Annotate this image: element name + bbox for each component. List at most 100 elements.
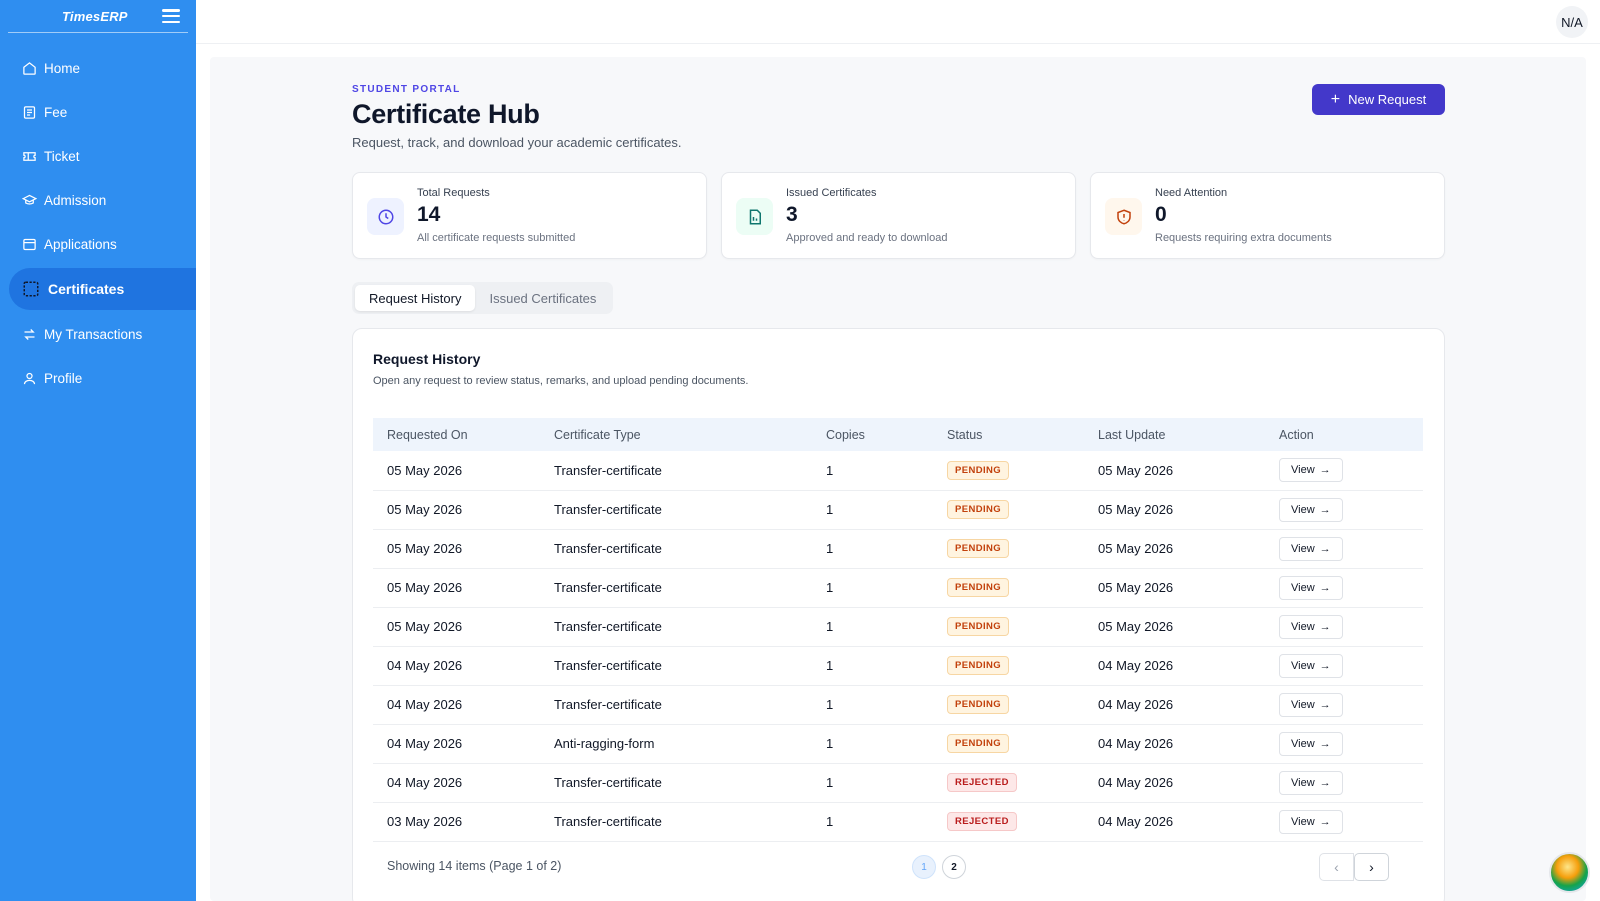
certificate-type-cell: Transfer-certificate — [554, 619, 662, 634]
status-badge: PENDING — [947, 656, 1010, 675]
arrow-right-icon: → — [1319, 464, 1331, 477]
table-row: 05 May 2026 Transfer-certificate 1 PENDI… — [373, 451, 1423, 490]
page-eyebrow: STUDENT PORTAL — [352, 84, 461, 95]
assistant-avatar-icon[interactable] — [1549, 852, 1590, 893]
brand-bar: TimesERP — [8, 0, 188, 33]
table-header-row: Requested On Certificate Type Copies Sta… — [373, 418, 1423, 451]
sidebar-item-ticket[interactable]: Ticket — [0, 134, 196, 178]
page-2-button[interactable]: 2 — [942, 855, 966, 879]
requested-on-cell: 05 May 2026 — [387, 619, 463, 634]
action-cell: View → — [1279, 529, 1423, 568]
copies-cell: 1 — [826, 697, 834, 712]
page-1-button[interactable]: 1 — [912, 855, 936, 879]
arrow-right-icon: → — [1319, 581, 1331, 594]
status-cell: PENDING — [947, 568, 1098, 607]
sidebar-item-label: My Transactions — [44, 326, 143, 342]
sidebar-item-label: Certificates — [48, 281, 125, 297]
status-cell: PENDING — [947, 490, 1098, 529]
stat-label: Issued Certificates — [786, 187, 877, 199]
tab-issued-certificates[interactable]: Issued Certificates — [475, 285, 610, 311]
sidebar-nav: Home Fee Ticket Admission Applications C… — [0, 46, 196, 400]
view-button[interactable]: View → — [1279, 653, 1343, 678]
tab-request-history[interactable]: Request History — [355, 285, 476, 311]
topbar: N/A — [196, 0, 1600, 44]
new-request-button[interactable]: + New Request — [1312, 84, 1445, 115]
brand-logo[interactable]: TimesERP — [62, 9, 128, 24]
sidebar-item-fee[interactable]: Fee — [0, 90, 196, 134]
last-update-cell: 04 May 2026 — [1098, 697, 1174, 712]
copies-cell: 1 — [826, 775, 834, 790]
table-row: 05 May 2026 Transfer-certificate 1 PENDI… — [373, 490, 1423, 529]
requested-on-cell: 04 May 2026 — [387, 736, 463, 751]
sidebar-item-label: Admission — [44, 192, 107, 208]
view-button[interactable]: View → — [1279, 497, 1343, 522]
stat-label: Total Requests — [417, 187, 490, 199]
main-content: STUDENT PORTAL Certificate Hub Request, … — [210, 57, 1586, 901]
view-button[interactable]: View → — [1279, 458, 1343, 483]
sidebar-item-profile[interactable]: Profile — [0, 356, 196, 400]
sidebar-item-label: Applications — [44, 236, 117, 252]
document-icon — [736, 198, 773, 235]
avatar[interactable]: N/A — [1556, 6, 1588, 38]
stat-description: Approved and ready to download — [786, 232, 948, 244]
fee-icon — [21, 104, 37, 120]
prev-page-button[interactable]: ‹ — [1319, 853, 1354, 881]
copies-cell: 1 — [826, 619, 834, 634]
status-badge: PENDING — [947, 539, 1010, 558]
stat-card-total-requests: Total Requests 14 All certificate reques… — [352, 172, 707, 259]
stat-value: 14 — [417, 203, 441, 226]
sidebar-item-certificates[interactable]: Certificates — [9, 268, 196, 310]
requested-on-cell: 05 May 2026 — [387, 541, 463, 556]
action-cell: View → — [1279, 763, 1423, 802]
arrow-right-icon: → — [1319, 620, 1331, 633]
sidebar-item-admission[interactable]: Admission — [0, 178, 196, 222]
sidebar-item-home[interactable]: Home — [0, 46, 196, 90]
certificate-type-cell: Transfer-certificate — [554, 502, 662, 517]
status-cell: REJECTED — [947, 763, 1098, 802]
table-row: 04 May 2026 Anti-ragging-form 1 PENDING … — [373, 724, 1423, 763]
status-badge: PENDING — [947, 617, 1010, 636]
menu-toggle-icon[interactable] — [162, 9, 180, 23]
stat-card-need-attention: Need Attention 0 Requests requiring extr… — [1090, 172, 1445, 259]
status-badge: PENDING — [947, 695, 1010, 714]
status-cell: PENDING — [947, 685, 1098, 724]
request-history-table: Requested On Certificate Type Copies Sta… — [373, 418, 1423, 842]
certificate-type-cell: Transfer-certificate — [554, 775, 662, 790]
status-badge: PENDING — [947, 460, 1010, 480]
sidebar-item-applications[interactable]: Applications — [0, 222, 196, 266]
status-cell: PENDING — [947, 724, 1098, 763]
action-cell: View → — [1279, 451, 1423, 490]
status-badge: REJECTED — [947, 773, 1017, 792]
requested-on-cell: 05 May 2026 — [387, 462, 463, 478]
last-update-cell: 04 May 2026 — [1098, 775, 1174, 790]
copies-cell: 1 — [826, 462, 834, 478]
view-button[interactable]: View → — [1279, 575, 1343, 600]
action-cell: View → — [1279, 568, 1423, 607]
table-row: 03 May 2026 Transfer-certificate 1 REJEC… — [373, 802, 1423, 841]
next-page-button[interactable]: › — [1354, 853, 1389, 881]
status-cell: PENDING — [947, 646, 1098, 685]
requested-on-cell: 03 May 2026 — [387, 814, 463, 829]
copies-cell: 1 — [826, 502, 834, 517]
arrow-right-icon: → — [1319, 503, 1331, 516]
page-title: Certificate Hub — [352, 99, 540, 129]
table-row: 04 May 2026 Transfer-certificate 1 PENDI… — [373, 685, 1423, 724]
view-button[interactable]: View → — [1279, 770, 1343, 795]
certificate-icon — [22, 280, 40, 298]
sidebar-item-my-transactions[interactable]: My Transactions — [0, 312, 196, 356]
pagination-summary: Showing 14 items (Page 1 of 2) — [387, 859, 562, 873]
view-button[interactable]: View → — [1279, 692, 1343, 717]
view-button[interactable]: View → — [1279, 536, 1343, 561]
view-button[interactable]: View → — [1279, 809, 1343, 834]
column-header: Copies — [826, 427, 865, 442]
last-update-cell: 05 May 2026 — [1098, 541, 1174, 556]
action-cell: View → — [1279, 607, 1423, 646]
view-button[interactable]: View → — [1279, 731, 1343, 756]
plus-icon: + — [1330, 90, 1341, 108]
requested-on-cell: 04 May 2026 — [387, 697, 463, 712]
table-row: 05 May 2026 Transfer-certificate 1 PENDI… — [373, 607, 1423, 646]
page-subtitle: Request, track, and download your academ… — [352, 135, 682, 150]
stat-label: Need Attention — [1155, 187, 1228, 199]
view-button[interactable]: View → — [1279, 614, 1343, 639]
stat-description: All certificate requests submitted — [417, 232, 576, 244]
